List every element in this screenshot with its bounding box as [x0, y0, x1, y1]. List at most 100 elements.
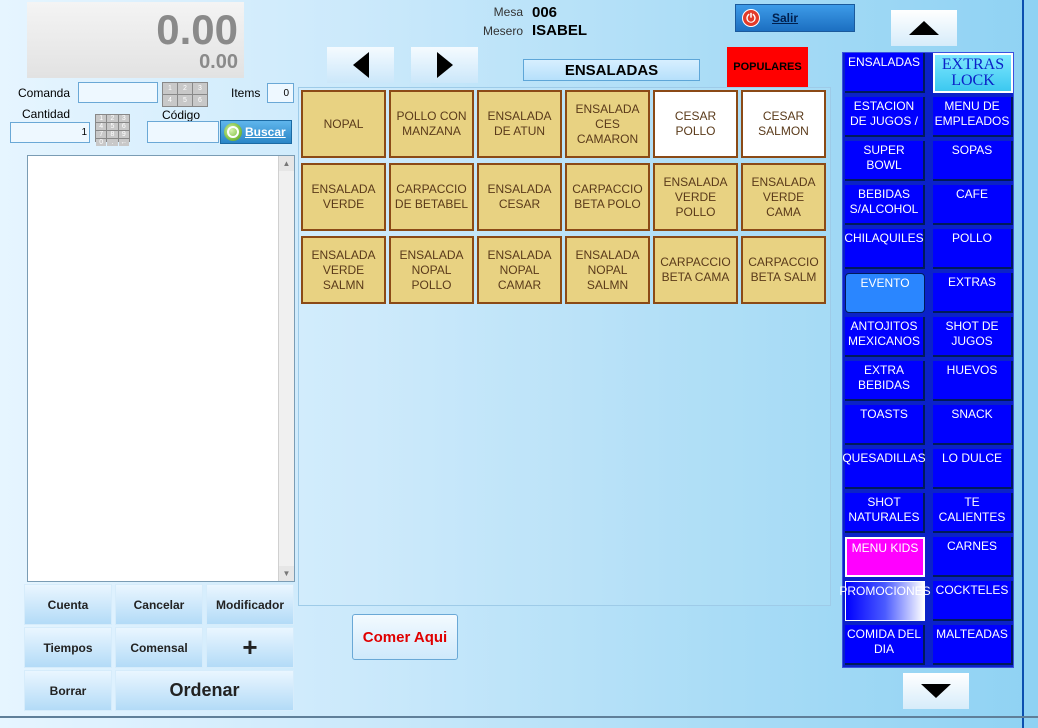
comanda-input[interactable] [78, 82, 158, 103]
keypad-key: 4 [163, 95, 177, 106]
product-button[interactable]: CARPACCIO BETA SALM [741, 236, 826, 304]
tiempos-button[interactable]: Tiempos [24, 627, 112, 668]
category-button[interactable]: COCKTELES [933, 581, 1013, 621]
product-button[interactable]: ENSALADA VERDE SALMN [301, 236, 386, 304]
keypad-key: 4 [96, 123, 107, 130]
product-button[interactable]: ENSALADA CESAR [477, 163, 562, 231]
product-button[interactable]: CARPACCIO DE BETABEL [389, 163, 474, 231]
ordenar-button[interactable]: Ordenar [115, 670, 294, 711]
category-button[interactable]: CAFE [933, 185, 1013, 225]
cancelar-button[interactable]: Cancelar [115, 584, 203, 625]
cantidad-input[interactable] [10, 122, 90, 143]
populares-button[interactable]: POPULARES [727, 47, 808, 87]
category-scroll-up-button[interactable] [891, 10, 957, 46]
modificador-button[interactable]: Modificador [206, 584, 294, 625]
comensal-button[interactable]: Comensal [115, 627, 203, 668]
category-button[interactable]: ANTOJITOS MEXICANOS [845, 317, 925, 357]
comanda-keypad-icon[interactable]: 1 2 3 4 5 6 [162, 82, 208, 107]
codigo-input[interactable] [147, 121, 219, 143]
keypad-key: 3 [118, 115, 129, 122]
codigo-label: Código [162, 108, 201, 122]
category-button[interactable]: ENSALADAS [845, 53, 925, 93]
product-button[interactable]: ENSALADA NOPAL CAMAR [477, 236, 562, 304]
category-button[interactable]: MALTEADAS [933, 625, 1013, 665]
product-button[interactable]: ENSALADA NOPAL POLLO [389, 236, 474, 304]
total-amount: 0.00 [156, 6, 238, 53]
keypad-key: 2 [178, 83, 192, 94]
product-button[interactable]: ENSALADA CES CAMARON [565, 90, 650, 158]
window-bottom-edge [0, 716, 1038, 718]
arrow-left-icon [352, 52, 369, 78]
category-button[interactable]: MENU KIDS [845, 537, 925, 577]
search-icon [224, 123, 242, 141]
category-button[interactable]: ESTACION DE JUGOS / [845, 97, 925, 137]
product-button[interactable]: ENSALADA NOPAL SALMN [565, 236, 650, 304]
product-button[interactable]: ENSALADA DE ATUN [477, 90, 562, 158]
category-button[interactable]: LO DULCE [933, 449, 1013, 489]
total-display: 0.00 0.00 [27, 2, 244, 78]
category-title: ENSALADAS [523, 59, 700, 81]
category-button[interactable]: HUEVOS [933, 361, 1013, 401]
keypad-key: 3 [193, 83, 207, 94]
category-button[interactable]: SOPAS [933, 141, 1013, 181]
buscar-label: Buscar [245, 125, 286, 139]
items-label: Items [231, 86, 261, 100]
buscar-button[interactable]: Buscar [220, 120, 292, 144]
category-button[interactable]: PROMOCIONES [839, 581, 931, 621]
keypad-key: . [107, 139, 118, 146]
product-button[interactable]: CESAR POLLO [653, 90, 738, 158]
category-button[interactable]: EXTRA BEBIDAS [845, 361, 925, 401]
category-button[interactable]: CARNES [933, 537, 1013, 577]
category-scroll-down-button[interactable] [903, 673, 969, 709]
power-icon: ⏻ [742, 9, 760, 27]
prev-page-button[interactable] [327, 47, 394, 83]
category-button[interactable]: SHOT NATURALES [845, 493, 925, 533]
category-button[interactable]: CHILAQUILES [844, 229, 925, 269]
total-subamount: 0.00 [199, 51, 238, 73]
category-button[interactable]: POLLO [933, 229, 1013, 269]
category-button[interactable]: SUPER BOWL [845, 141, 925, 181]
keypad-key: 7 [96, 131, 107, 138]
cantidad-keypad-icon[interactable]: 1 2 3 4 5 6 7 8 9 0 . ← [95, 114, 130, 146]
keypad-key: 5 [107, 123, 118, 130]
category-button[interactable]: MENU DE EMPLEADOS [933, 97, 1013, 137]
category-button[interactable]: COMIDA DEL DIA [845, 625, 925, 665]
keypad-key: 6 [118, 123, 129, 130]
arrow-up-icon [909, 21, 939, 35]
cuenta-button[interactable]: Cuenta [24, 584, 112, 625]
product-button[interactable]: CARPACCIO BETA POLO [565, 163, 650, 231]
product-button[interactable]: CARPACCIO BETA CAMA [653, 236, 738, 304]
add-button[interactable]: + [206, 627, 294, 668]
scroll-up-icon[interactable]: ▲ [279, 156, 294, 171]
keypad-key: 8 [107, 131, 118, 138]
keypad-key: 5 [178, 95, 192, 106]
category-button[interactable]: EXTRAS LOCK [933, 53, 1013, 93]
order-list-scrollbar[interactable]: ▲ ▼ [278, 156, 294, 581]
category-button[interactable]: EXTRAS [933, 273, 1013, 313]
product-button[interactable]: NOPAL [301, 90, 386, 158]
scroll-down-icon[interactable]: ▼ [279, 566, 294, 581]
items-count: 0 [267, 83, 294, 103]
category-button[interactable]: TOASTS [845, 405, 925, 445]
product-button[interactable]: CESAR SALMON [741, 90, 826, 158]
order-list[interactable]: ▲ ▼ [27, 155, 295, 582]
product-button[interactable]: ENSALADA VERDE POLLO [653, 163, 738, 231]
borrar-button[interactable]: Borrar [24, 670, 112, 711]
category-button[interactable]: BEBIDAS S/ALCOHOL [845, 185, 925, 225]
keypad-key: 9 [118, 131, 129, 138]
product-button[interactable]: ENSALADA VERDE CAMA [741, 163, 826, 231]
category-button[interactable]: SNACK [933, 405, 1013, 445]
category-button[interactable]: QUESADILLAS [842, 449, 926, 489]
product-button[interactable]: ENSALADA VERDE [301, 163, 386, 231]
category-button[interactable]: EVENTO [845, 273, 925, 313]
arrow-right-icon [436, 52, 453, 78]
keypad-key: 2 [107, 115, 118, 122]
keypad-key: 1 [163, 83, 177, 94]
salir-label: Salir [772, 11, 799, 25]
product-button[interactable]: POLLO CON MANZANA [389, 90, 474, 158]
category-button[interactable]: TE CALIENTES [933, 493, 1013, 533]
salir-button[interactable]: ⏻ Salir [735, 4, 855, 32]
next-page-button[interactable] [411, 47, 478, 83]
comer-aqui-button[interactable]: Comer Aqui [352, 614, 458, 660]
category-button[interactable]: SHOT DE JUGOS [933, 317, 1013, 357]
